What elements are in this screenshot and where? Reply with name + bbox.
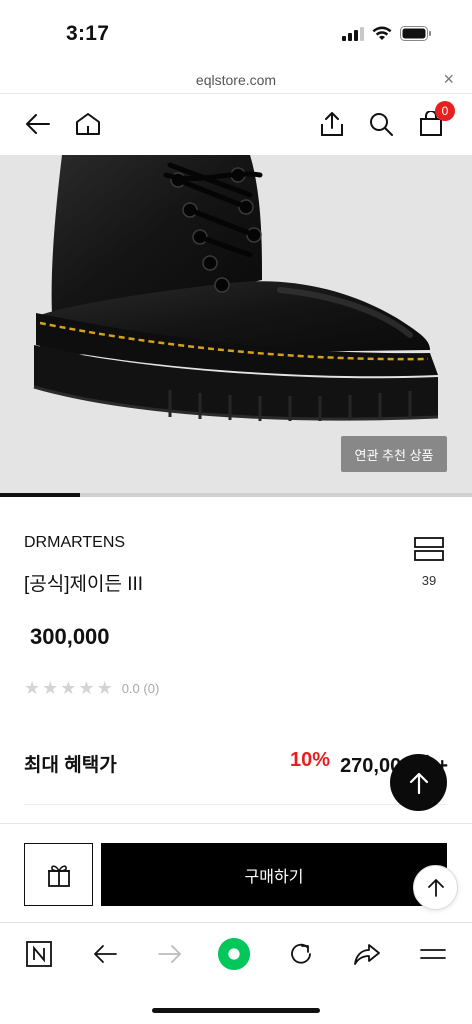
n-icon: [26, 941, 52, 967]
menu-icon: [420, 949, 446, 959]
cart-button[interactable]: 0: [415, 101, 455, 140]
share-button[interactable]: [316, 108, 348, 140]
status-time: 3:17: [66, 22, 110, 45]
rating-text: 0.0 (0): [121, 680, 160, 696]
star-icon: ★: [24, 678, 41, 698]
product-name: [공식]제이든 III: [24, 574, 144, 595]
browser-back-button[interactable]: [88, 937, 122, 971]
site-header: 0: [0, 95, 472, 155]
green-dot-icon: [217, 937, 251, 971]
browser-forward-button[interactable]: [153, 937, 187, 971]
home-icon: [76, 113, 100, 135]
arrow-up-icon: [427, 878, 444, 897]
battery-icon: [400, 26, 431, 41]
arrow-up-icon: [409, 772, 428, 794]
share-icon: [354, 944, 380, 965]
discount-rate: 10%: [290, 749, 331, 771]
status-bar: 3:17: [0, 0, 472, 66]
related-products-button[interactable]: 연관 추천 상품: [341, 436, 447, 472]
search-icon: [370, 113, 393, 136]
product-rating[interactable]: ★ ★ ★ ★ ★ 0.0 (0): [24, 678, 159, 698]
reload-icon: [291, 943, 311, 964]
green-dot-button[interactable]: [217, 937, 251, 971]
back-button[interactable]: [22, 108, 54, 140]
url-text: eqlstore.com: [195, 72, 277, 88]
star-icon: ★: [78, 678, 95, 698]
cart-badge: 0: [435, 101, 455, 121]
wish-button[interactable]: 39: [410, 537, 448, 588]
scroll-to-top-button[interactable]: [390, 754, 447, 811]
forward-icon: [158, 945, 181, 963]
signal-icon: [342, 26, 364, 41]
purchase-bar: 구매하기: [0, 823, 472, 921]
max-benefit-label: 최대 혜택가: [24, 755, 117, 776]
gift-button[interactable]: [24, 843, 93, 906]
stacked-boxes-icon: [414, 537, 444, 561]
search-button[interactable]: [365, 108, 397, 140]
url-bar[interactable]: eqlstore.com ×: [0, 66, 472, 94]
browser-share-button[interactable]: [350, 937, 384, 971]
product-image-gallery[interactable]: 연관 추천 상품: [0, 155, 472, 497]
product-brand[interactable]: DRMARTENS: [24, 534, 125, 552]
browser-toolbar: [0, 922, 472, 986]
wish-count: 39: [421, 573, 437, 588]
home-button[interactable]: [72, 108, 104, 140]
star-icon: ★: [60, 678, 77, 698]
menu-button[interactable]: [416, 937, 450, 971]
product-price: 300,000: [30, 624, 110, 649]
wifi-icon: [372, 26, 392, 40]
divider: [24, 804, 448, 805]
gift-icon: [47, 864, 70, 887]
home-indicator: [152, 1008, 320, 1013]
scroll-top-small-button[interactable]: [413, 865, 458, 910]
close-icon[interactable]: ×: [443, 69, 454, 90]
status-icons: [342, 26, 432, 41]
reload-button[interactable]: [284, 937, 318, 971]
star-icon: ★: [96, 678, 113, 698]
star-icon: ★: [42, 678, 59, 698]
share-icon: [321, 112, 343, 136]
back-icon: [94, 945, 117, 963]
back-arrow-icon: [26, 114, 50, 134]
naver-button[interactable]: [22, 937, 56, 971]
gallery-progress-fill: [0, 493, 81, 497]
gallery-progress: [0, 493, 472, 497]
buy-button[interactable]: 구매하기: [101, 843, 447, 906]
